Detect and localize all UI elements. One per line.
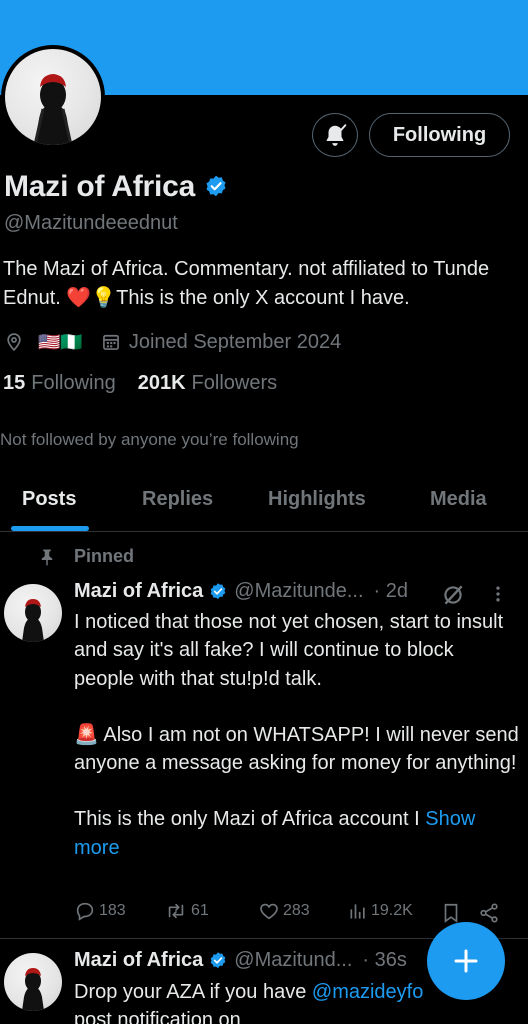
mention-link[interactable]: @mazideyfo <box>312 981 423 1003</box>
post-timestamp[interactable]: · 36s <box>362 949 406 972</box>
followers-label: Followers <box>191 372 278 394</box>
post-author-handle[interactable]: @Mazitund... <box>234 949 352 972</box>
repost-count: 61 <box>191 902 209 919</box>
pinned-label: Pinned <box>74 546 135 566</box>
like-icon <box>260 903 278 920</box>
profile-meta-row: 🇺🇸🇳🇬 Joined September 2024 <box>4 327 341 357</box>
profile-joined-date: Joined September 2024 <box>128 330 342 353</box>
post-body: I noticed that those not yet chosen, sta… <box>74 608 519 862</box>
post-paragraph-text: This is the only Mazi of Africa account … <box>74 808 426 831</box>
notification-bell-button[interactable] <box>312 113 358 157</box>
reply-button[interactable]: 183 <box>74 900 126 922</box>
avatar-silhouette <box>33 74 73 145</box>
profile-tabs: Posts Replies Highlights Media <box>0 470 528 532</box>
verified-badge-icon[interactable] <box>203 174 229 200</box>
calendar-icon <box>101 332 121 352</box>
profile-location-flags: 🇺🇸🇳🇬 <box>38 331 83 352</box>
verified-badge-icon[interactable] <box>208 951 228 971</box>
following-stat[interactable]: 15 Following <box>3 372 116 395</box>
post-paragraph: post notification on <box>74 1009 241 1024</box>
post-author-avatar[interactable] <box>4 584 62 642</box>
repost-button[interactable]: 61 <box>164 900 209 922</box>
post-paragraph: I noticed that those not yet chosen, sta… <box>74 611 504 690</box>
post-timestamp[interactable]: · 2d <box>374 580 408 603</box>
views-button[interactable]: 19.2K <box>348 900 413 922</box>
post-actions: 183 61 283 19.2K <box>74 900 504 926</box>
like-count: 283 <box>283 902 310 919</box>
post-paragraph-text: Drop your AZA if you have <box>74 981 312 1003</box>
post-header: Mazi of Africa @Mazitund... · 36s <box>74 949 407 972</box>
post-paragraph: This is the only Mazi of Africa account … <box>74 805 519 862</box>
post-paragraph: 🚨 Also I am not on WHATSAPP! I will neve… <box>74 723 519 775</box>
tab-replies[interactable]: Replies <box>142 488 213 511</box>
profile-handle: @Mazitundeeednut <box>4 212 178 234</box>
location-icon <box>7 333 21 352</box>
bell-check-icon <box>326 124 347 146</box>
pin-icon <box>41 549 53 566</box>
reply-count: 183 <box>99 902 126 919</box>
reply-icon <box>76 902 94 921</box>
not-followed-notice: Not followed by anyone you’re following <box>0 430 299 449</box>
active-tab-indicator <box>11 526 89 531</box>
views-count: 19.2K <box>371 902 413 919</box>
bookmark-icon[interactable] <box>440 902 462 924</box>
like-button[interactable]: 283 <box>258 900 310 922</box>
plus-icon <box>454 949 478 973</box>
verified-badge-icon[interactable] <box>208 582 228 602</box>
more-icon[interactable] <box>488 584 508 604</box>
tab-media[interactable]: Media <box>430 488 487 511</box>
post-header: Mazi of Africa @Mazitunde... · 2d <box>74 580 408 603</box>
profile-avatar[interactable] <box>1 45 105 149</box>
tab-highlights[interactable]: Highlights <box>268 488 366 511</box>
post-author-name[interactable]: Mazi of Africa <box>74 580 203 603</box>
profile-name-row: Mazi of Africa <box>4 170 229 204</box>
views-icon <box>350 904 365 919</box>
grok-slash-icon[interactable] <box>440 582 466 608</box>
post-author-name[interactable]: Mazi of Africa <box>74 949 203 972</box>
followers-count: 201K <box>137 372 186 394</box>
profile-display-name: Mazi of Africa <box>4 170 196 203</box>
compose-post-button[interactable] <box>427 922 505 1000</box>
followers-stat[interactable]: 201K Followers <box>138 372 277 395</box>
post-author-handle[interactable]: @Mazitunde... <box>234 580 363 603</box>
follow-stats: 15 Following 201K Followers <box>3 372 277 395</box>
pinned-indicator: Pinned <box>38 546 134 567</box>
post-author-avatar[interactable] <box>4 953 62 1011</box>
following-label: Following <box>31 372 116 394</box>
profile-bio: The Mazi of Africa. Commentary. not affi… <box>3 258 490 309</box>
following-count: 15 <box>3 372 26 394</box>
tab-posts[interactable]: Posts <box>22 488 76 511</box>
share-icon[interactable] <box>478 902 500 924</box>
repost-icon <box>168 903 184 919</box>
following-button[interactable]: Following <box>369 113 510 157</box>
